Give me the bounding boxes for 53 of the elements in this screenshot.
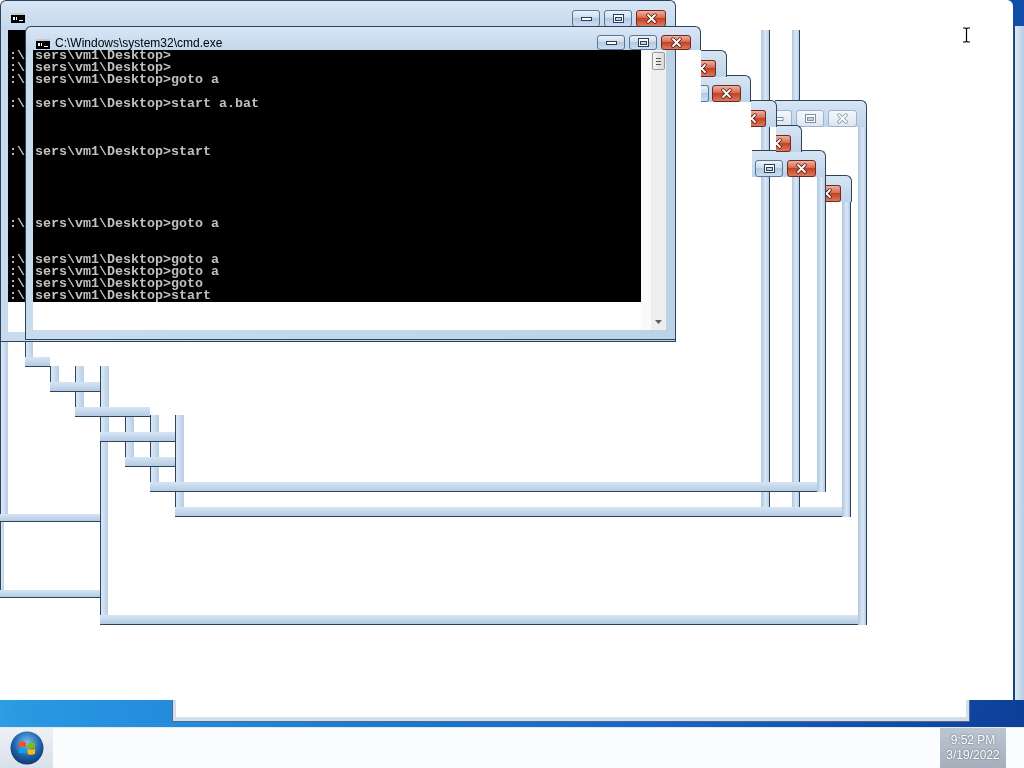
scrollbar-thumb[interactable] (652, 52, 665, 70)
console-line: sers\vm1\Desktop>start (35, 146, 211, 158)
console-line: :\ (9, 266, 25, 278)
maximize-icon (637, 38, 649, 47)
maximize-button[interactable] (629, 35, 657, 50)
console-line: :\ (9, 146, 25, 158)
console-line: :\ (9, 62, 25, 74)
console-line: :\ (9, 74, 25, 86)
close-button[interactable] (701, 60, 716, 77)
maximize-icon (763, 164, 775, 173)
start-orb-icon (9, 731, 44, 765)
close-icon (670, 37, 682, 48)
minimize-icon (605, 40, 617, 45)
clock-button[interactable]: 9:52 PM 3/19/2022 (940, 728, 1006, 768)
close-icon (645, 13, 657, 24)
minimize-icon (580, 16, 592, 21)
console-line: :\ (9, 98, 25, 110)
close-button[interactable] (712, 85, 741, 102)
close-icon (701, 63, 707, 74)
console-line: sers\vm1\Desktop>goto (35, 278, 203, 290)
close-button[interactable] (661, 35, 691, 50)
close-icon (721, 88, 732, 99)
console-line: :\ (9, 218, 25, 230)
console-line: sers\vm1\Desktop>goto a (35, 254, 219, 266)
console-line: sers\vm1\Desktop> (35, 50, 171, 62)
close-button[interactable] (751, 110, 766, 127)
console-line: :\ (9, 278, 25, 290)
scroll-down-button[interactable] (652, 317, 665, 327)
maximize-button[interactable] (755, 160, 783, 177)
start-button[interactable] (0, 728, 53, 768)
text-cursor-icon (962, 27, 971, 43)
console-line: sers\vm1\Desktop>goto a (35, 266, 219, 278)
close-icon (796, 163, 807, 174)
close-icon (837, 113, 848, 124)
close-button[interactable] (776, 135, 791, 152)
minimize-button[interactable] (597, 35, 625, 50)
maximize-icon (612, 14, 624, 23)
console-line: sers\vm1\Desktop>goto a (35, 218, 219, 230)
down-arrow-icon (655, 320, 662, 324)
close-button[interactable] (826, 185, 841, 202)
console-line: :\ (9, 290, 25, 302)
window-title: C:\Windows\system32\cmd.exe (55, 36, 223, 50)
console-line: :\ (9, 254, 25, 266)
close-button[interactable] (787, 160, 816, 177)
close-icon (776, 138, 782, 149)
console-line: sers\vm1\Desktop>goto a (35, 74, 219, 86)
console-line: sers\vm1\Desktop> (35, 62, 171, 74)
console-line: sers\vm1\Desktop>start (35, 290, 211, 302)
console-line: :\ (9, 50, 25, 62)
console-line: sers\vm1\Desktop>start a.bat (35, 98, 259, 110)
console-icon (11, 13, 25, 23)
close-icon (751, 113, 757, 124)
maximize-icon (804, 114, 816, 123)
